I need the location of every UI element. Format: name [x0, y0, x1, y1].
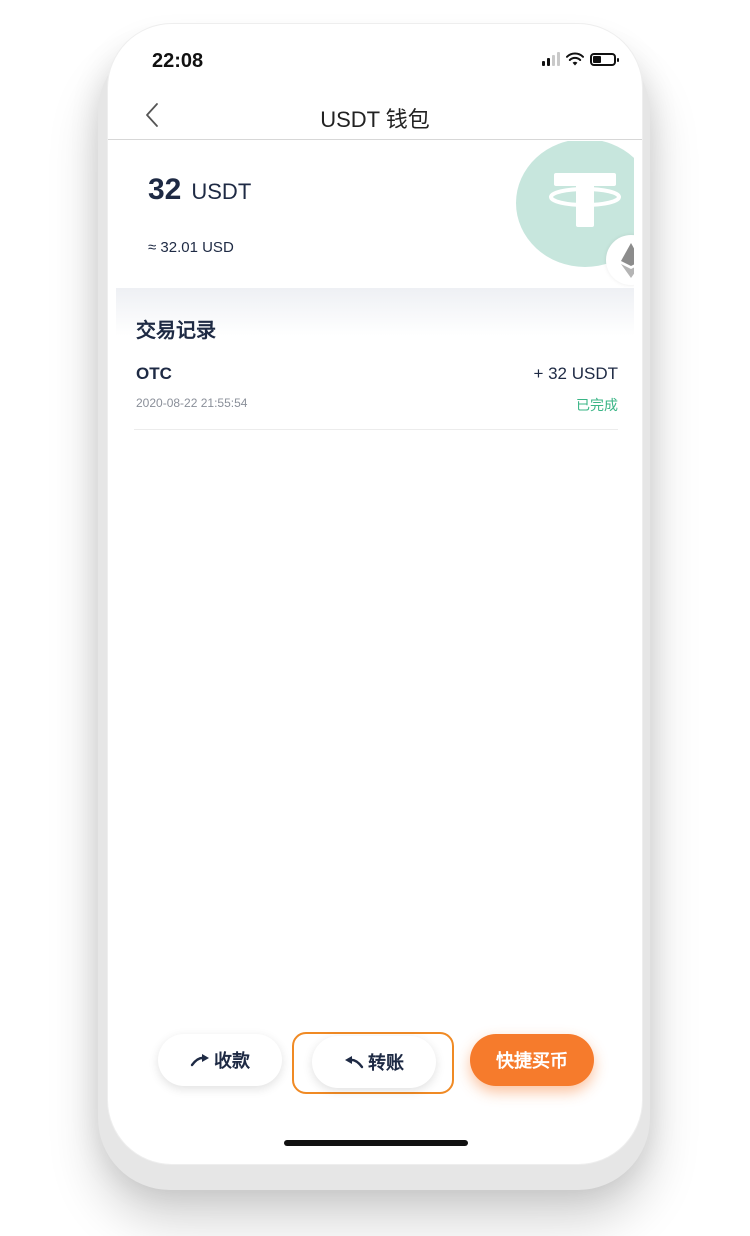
quick-buy-button[interactable]: 快捷买币	[470, 1034, 594, 1086]
arrow-icon	[345, 1056, 364, 1069]
balance-unit: USDT	[191, 179, 252, 204]
record-status: 已完成	[576, 397, 618, 413]
signal-icon	[542, 52, 560, 66]
balance-card: 32 USDT ≈ 32.01 USD	[116, 141, 634, 289]
record-type: OTC	[136, 364, 172, 383]
record-amount: + 32 USDT	[533, 364, 618, 383]
quick-buy-label: 快捷买币	[496, 1051, 568, 1071]
transaction-records: 交易记录 OTC 2020-08-22 21:55:54 + 32 USDT 已…	[116, 288, 634, 1088]
status-bar: 22:08	[108, 24, 642, 94]
status-icons	[542, 52, 619, 66]
ethereum-icon	[606, 235, 634, 285]
nav-bar: USDT 钱包	[108, 94, 642, 140]
home-indicator[interactable]	[284, 1140, 468, 1146]
balance-usd-value: ≈ 32.01 USD	[148, 239, 234, 256]
phone-screen: 22:08 USDT 钱包 32 USDT ≈ 32.01 USD 交易记录 O…	[108, 24, 642, 1164]
status-time: 22:08	[152, 50, 204, 72]
receive-button[interactable]: 收款	[158, 1034, 282, 1086]
balance-amount: 32	[148, 173, 182, 206]
list-item[interactable]: OTC 2020-08-22 21:55:54 + 32 USDT 已完成	[134, 360, 618, 430]
records-title: 交易记录	[136, 320, 216, 342]
battery-icon	[590, 52, 619, 66]
arrow-icon	[190, 1054, 209, 1067]
page-title: USDT 钱包	[320, 107, 430, 132]
transfer-button[interactable]: 转账	[312, 1036, 436, 1088]
record-time: 2020-08-22 21:55:54	[136, 396, 248, 410]
wifi-icon	[566, 52, 584, 66]
receive-label: 收款	[214, 1051, 250, 1071]
balance-row: 32 USDT	[148, 173, 251, 207]
transfer-label: 转账	[368, 1053, 404, 1073]
